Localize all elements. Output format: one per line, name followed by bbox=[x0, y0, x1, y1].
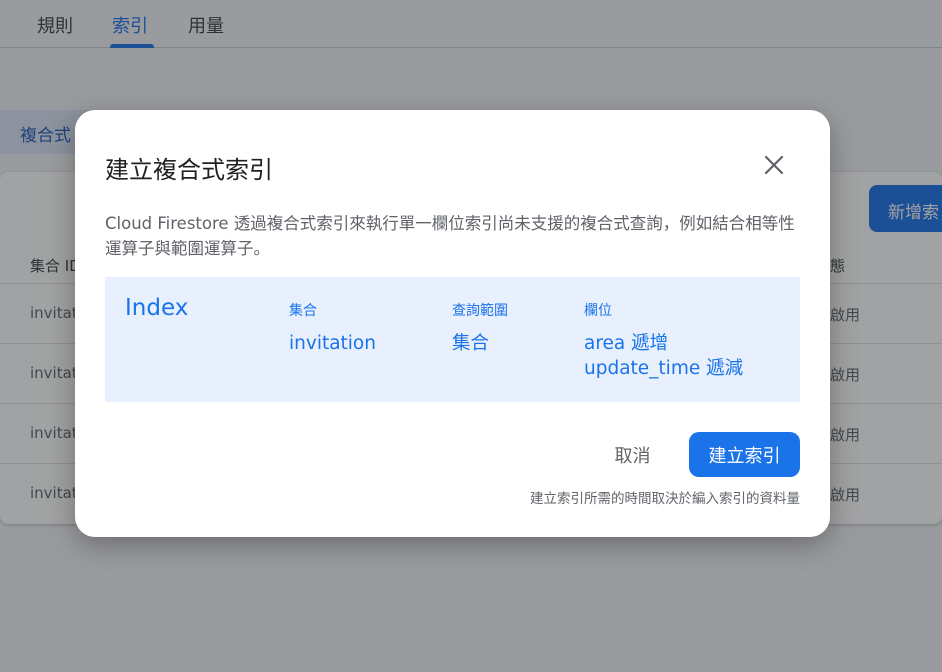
dialog-description: Cloud Firestore 透過複合式索引來執行單一欄位索引尚未支援的複合式… bbox=[105, 214, 795, 258]
build-time-note: 建立索引所需的時間取決於編入索引的資料量 bbox=[530, 491, 800, 507]
create-index-button[interactable]: 建立索引 bbox=[689, 432, 800, 477]
cancel-button[interactable]: 取消 bbox=[604, 434, 661, 476]
query-scope-label: 查詢範圍 bbox=[452, 303, 508, 319]
dialog-title: 建立複合式索引 bbox=[105, 156, 273, 184]
fields-list: area 遞增 update_time 遞減 bbox=[584, 331, 743, 381]
field-item: area 遞增 bbox=[584, 333, 669, 354]
collection-value: invitation bbox=[289, 333, 376, 354]
index-summary-title: Index bbox=[125, 295, 189, 321]
fields-label: 欄位 bbox=[584, 303, 612, 319]
field-item: update_time 遞減 bbox=[584, 358, 744, 379]
index-summary: Index 集合 查詢範圍 欄位 invitation 集合 area 遞增 u… bbox=[105, 277, 800, 402]
query-scope-value: 集合 bbox=[452, 333, 490, 354]
collection-label: 集合 bbox=[289, 303, 317, 319]
create-index-dialog: 建立複合式索引 Cloud Firestore 透過複合式索引來執行單一欄位索引… bbox=[75, 110, 830, 537]
close-icon[interactable] bbox=[759, 150, 789, 180]
